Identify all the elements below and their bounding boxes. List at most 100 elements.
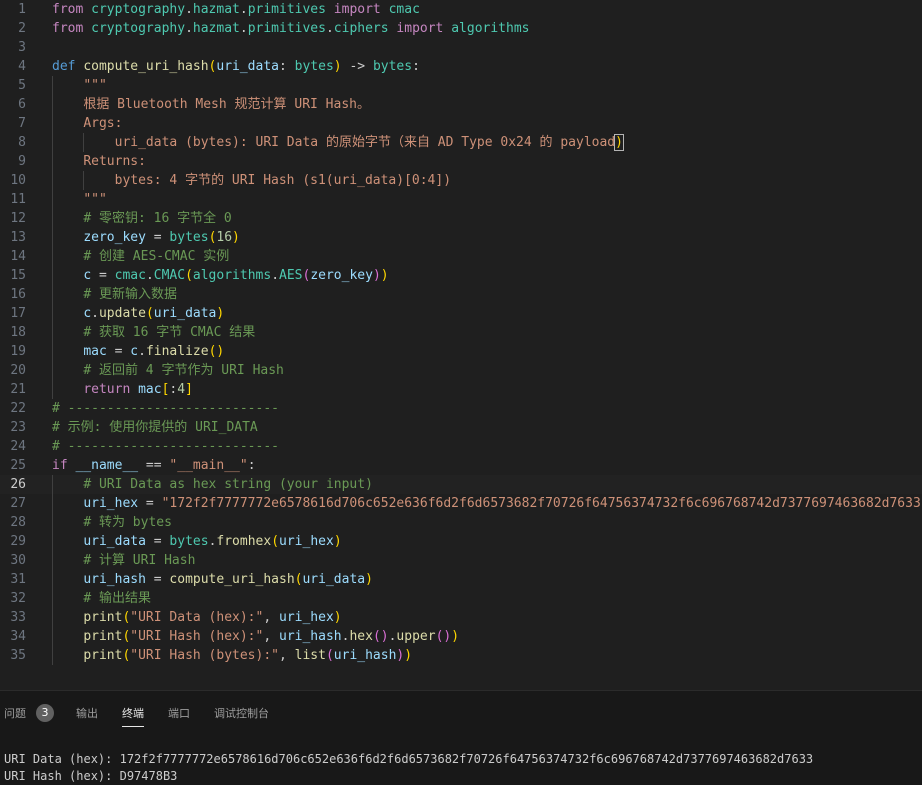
line-number: 28 [10,515,26,530]
code-line[interactable]: 23 # 示例: 使用你提供的 URI_DATA [0,418,922,437]
code-line[interactable]: 33 print("URI Data (hex):", uri_hex) [0,608,922,627]
line-number: 27 [10,496,26,511]
code-text: uri_data = bytes.fromhex(uri_hex) [83,534,342,549]
code-text: # 创建 AES-CMAC 实例 [83,249,230,264]
code-text: # --------------------------- [52,439,279,454]
code-text: # 返回前 4 字节作为 URI Hash [83,363,284,378]
code-text: """ [83,78,107,93]
code-text: # 输出结果 [83,591,151,606]
code-line[interactable]: 14 # 创建 AES-CMAC 实例 [0,247,922,266]
line-number: 18 [10,325,26,340]
code-line[interactable]: 6 根据 Bluetooth Mesh 规范计算 URI Hash。 [0,95,922,114]
line-number: 25 [10,458,26,473]
code-text: mac = c.finalize() [83,344,225,359]
line-number: 29 [10,534,26,549]
code-line[interactable]: 11 """ [0,190,922,209]
line-number: 8 [18,135,26,150]
line-number: 16 [10,287,26,302]
code-text: # 更新输入数据 [83,287,177,302]
code-line[interactable]: 16 # 更新输入数据 [0,285,922,304]
code-text: Args: [83,116,123,131]
line-number: 24 [10,439,26,454]
tab-debug-console[interactable]: 调试控制台 [214,705,269,723]
code-text: c.update(uri_data) [83,306,225,321]
code-line[interactable]: 17 c.update(uri_data) [0,304,922,323]
code-text: print("URI Hash (hex):", uri_hash.hex().… [83,629,460,644]
line-number: 2 [18,21,26,36]
code-text: # 获取 16 字节 CMAC 结果 [83,325,256,340]
code-line[interactable]: 13 zero_key = bytes(16) [0,228,922,247]
line-number: 21 [10,382,26,397]
code-line[interactable]: 1 from cryptography.hazmat.primitives imp… [0,0,922,19]
terminal-output-line: URI Hash (hex): D97478B3 [4,769,178,783]
code-line[interactable]: 32 # 输出结果 [0,589,922,608]
code-line[interactable]: 19 mac = c.finalize() [0,342,922,361]
tab-output[interactable]: 输出 [76,705,98,723]
line-number: 26 [10,477,26,492]
code-text: def compute_uri_hash(uri_data: bytes) ->… [52,59,420,74]
code-line[interactable]: 27 uri_hex = "172f2f7777772e6578616d706c… [0,494,922,513]
code-text: print("URI Hash (bytes):", list(uri_hash… [83,648,413,663]
code-line[interactable]: 29 uri_data = bytes.fromhex(uri_hex) [0,532,922,551]
code-text: uri_hash = compute_uri_hash(uri_data) [83,572,373,587]
line-number: 12 [10,211,26,226]
code-text: return mac[:4] [83,382,193,397]
code-line[interactable]: 18 # 获取 16 字节 CMAC 结果 [0,323,922,342]
code-text: # --------------------------- [52,401,279,416]
line-number: 17 [10,306,26,321]
code-line[interactable]: 3 [0,38,922,57]
code-line[interactable]: 34 print("URI Hash (hex):", uri_hash.hex… [0,627,922,646]
tab-ports[interactable]: 端口 [168,705,190,723]
code-line[interactable]: 2 from cryptography.hazmat.primitives.cip… [0,19,922,38]
code-line[interactable]: 7 Args: [0,114,922,133]
code-line[interactable]: 15 c = cmac.CMAC(algorithms.AES(zero_key… [0,266,922,285]
code-text: uri_data (bytes): URI Data 的原始字节（来自 AD T… [114,134,624,151]
code-line[interactable]: 8 uri_data (bytes): URI Data 的原始字节（来自 AD… [0,133,922,152]
code-line[interactable]: 24 # --------------------------- [0,437,922,456]
line-number: 14 [10,249,26,264]
line-number: 22 [10,401,26,416]
line-number: 13 [10,230,26,245]
line-number: 6 [18,97,26,112]
line-number: 32 [10,591,26,606]
code-line[interactable]: 21 return mac[:4] [0,380,922,399]
code-line[interactable]: 28 # 转为 bytes [0,513,922,532]
code-line[interactable]: 26 # URI Data as hex string (your input) [0,475,922,494]
code-text: from cryptography.hazmat.primitives impo… [52,2,420,17]
code-text: Returns: [83,154,146,169]
code-editor[interactable]: 1 from cryptography.hazmat.primitives imp… [0,0,922,690]
line-number: 33 [10,610,26,625]
code-line[interactable]: 31 uri_hash = compute_uri_hash(uri_data) [0,570,922,589]
code-line[interactable]: 30 # 计算 URI Hash [0,551,922,570]
code-line[interactable]: 12 # 零密钥: 16 字节全 0 [0,209,922,228]
line-number: 34 [10,629,26,644]
code-line[interactable]: 5 """ [0,76,922,95]
code-line[interactable]: 9 Returns: [0,152,922,171]
code-line[interactable]: 20 # 返回前 4 字节作为 URI Hash [0,361,922,380]
code-text: if __name__ == "__main__": [52,458,256,473]
line-number: 19 [10,344,26,359]
bottom-panel: 问题 3 输出 终端 端口 调试控制台 URI Data (hex): 172f… [0,690,922,785]
code-text: c = cmac.CMAC(algorithms.AES(zero_key)) [83,268,389,283]
code-line[interactable]: 35 print("URI Hash (bytes):", list(uri_h… [0,646,922,665]
line-number: 11 [10,192,26,207]
code-line[interactable]: 25 if __name__ == "__main__": [0,456,922,475]
line-number: 31 [10,572,26,587]
code-text: from cryptography.hazmat.primitives.ciph… [52,21,530,36]
problems-count-badge: 3 [36,704,54,722]
line-number: 1 [18,2,26,17]
tab-problems[interactable]: 问题 [4,705,26,723]
code-line[interactable]: 10 bytes: 4 字节的 URI Hash (s1(uri_data)[0… [0,171,922,190]
code-text: """ [83,192,107,207]
tab-terminal[interactable]: 终端 [122,705,144,727]
code-text: # 计算 URI Hash [83,553,196,568]
line-number: 35 [10,648,26,663]
line-number: 30 [10,553,26,568]
line-number: 10 [10,173,26,188]
line-number: 4 [18,59,26,74]
code-text: # 示例: 使用你提供的 URI_DATA [52,420,258,435]
code-line[interactable]: 4 def compute_uri_hash(uri_data: bytes) -… [0,57,922,76]
code-text: bytes: 4 字节的 URI Hash (s1(uri_data)[0:4]… [114,173,452,188]
line-number: 7 [18,116,26,131]
code-line[interactable]: 22 # --------------------------- [0,399,922,418]
